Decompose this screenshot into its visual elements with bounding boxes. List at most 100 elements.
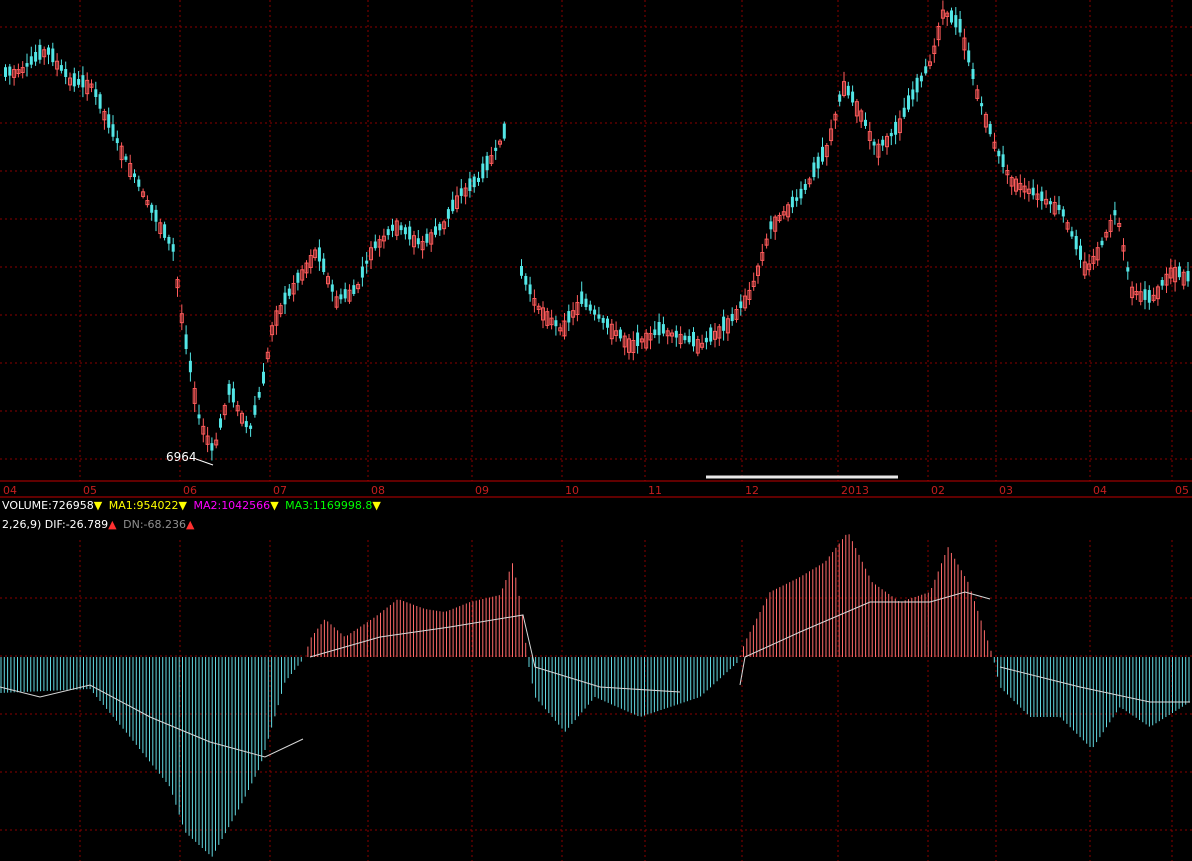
dn-value: -68.236 [143, 518, 187, 531]
candle-body [821, 146, 824, 162]
candle-body [593, 309, 597, 315]
macd-panel [0, 534, 1190, 857]
candle-body [296, 272, 300, 283]
candle-body [653, 329, 657, 336]
candle-body [283, 292, 287, 305]
candle-body [851, 91, 855, 103]
candle-body [51, 48, 55, 63]
candle-body [451, 199, 455, 212]
candle-body [1160, 279, 1164, 286]
candle-body [1143, 289, 1147, 300]
candle-body [330, 284, 334, 292]
candle-body [606, 318, 609, 328]
candle-body [799, 188, 803, 199]
candle-body [446, 209, 450, 219]
candle-body [584, 298, 588, 307]
candle-body [481, 163, 485, 179]
candle-body [1061, 209, 1065, 217]
x-tick-label: 07 [273, 484, 287, 497]
candle-body [373, 241, 377, 249]
candle-body [468, 178, 472, 191]
candle-body [403, 227, 407, 235]
candle-body [365, 260, 369, 264]
x-tick-label: 12 [745, 484, 759, 497]
candle-body [163, 224, 167, 238]
candle-body [872, 141, 876, 146]
candle-body [1177, 266, 1181, 278]
ma1-value: 954022 [136, 499, 179, 512]
candle-body [64, 69, 68, 77]
candle-body [709, 327, 713, 342]
macd-legend: 2,26,9) DIF:-26.789▲ DN:-68.236▲ [2, 518, 195, 531]
time-axis: 04 05 06 07 08 09 10 11 12 2013 02 03 04 05 [3, 484, 1189, 497]
candle-body [352, 285, 356, 295]
volume-arrow: ▼ [93, 499, 103, 512]
candle-body [227, 383, 231, 395]
candle-body [1126, 267, 1130, 272]
x-tick-label: 04 [1093, 484, 1107, 497]
candle-body [210, 443, 214, 451]
candle-body [287, 288, 291, 296]
candle-body [1074, 235, 1078, 250]
candle-body [154, 209, 158, 222]
candle-body [554, 320, 558, 327]
candle-body [580, 291, 584, 304]
candle-body [704, 337, 708, 343]
ma2-value: 1042566 [221, 499, 271, 512]
candle-body [1100, 240, 1104, 246]
candle-body [919, 75, 923, 82]
ma3-value: 1169998.8 [312, 499, 373, 512]
candle-body [567, 311, 571, 323]
candle-body [846, 85, 850, 96]
candle-body [1113, 210, 1117, 216]
candle-body [597, 314, 601, 319]
candle-body [1147, 290, 1151, 303]
candle-body [739, 301, 743, 309]
candle-body [1031, 187, 1035, 196]
candle-body [790, 196, 794, 208]
candle-body [911, 89, 915, 100]
candle-body [72, 73, 76, 87]
ma1-arrow: ▼ [178, 499, 187, 512]
candle-body [902, 107, 906, 117]
ma2-arrow: ▼ [270, 499, 279, 512]
candle-body [997, 150, 1001, 157]
low-price-annotation: 6964 [166, 450, 197, 464]
candle-body [1040, 191, 1044, 202]
candle-body [253, 405, 257, 415]
candle-body [588, 304, 592, 311]
candle-body [137, 179, 141, 187]
candle-body [803, 183, 807, 190]
candle-body [171, 244, 175, 252]
volume-label: VOLUME [2, 499, 49, 512]
candle-body [197, 414, 201, 419]
x-tick-label: 11 [648, 484, 662, 497]
candle-body [601, 317, 605, 323]
macd-signal-line [739, 591, 991, 686]
candle-body [25, 63, 29, 67]
candle-body [47, 47, 50, 55]
x-tick-label: 2013 [841, 484, 869, 497]
macd-signal-line [999, 666, 1190, 703]
candle-body [954, 15, 958, 28]
candle-body [889, 132, 893, 137]
candle-body [262, 371, 265, 384]
candle-body [528, 284, 532, 295]
dif-arrow: ▲ [108, 518, 117, 531]
candle-body [769, 221, 773, 230]
candle-body [657, 322, 661, 336]
candle-body [322, 258, 326, 273]
candle-body [343, 289, 347, 299]
candle-body [1070, 231, 1074, 237]
candle-body [502, 123, 506, 139]
x-tick-label: 02 [931, 484, 945, 497]
candle-body [425, 233, 429, 243]
candle-body [184, 334, 188, 350]
candle-body [485, 155, 489, 171]
candle-body [231, 388, 235, 403]
candle-body [434, 226, 437, 235]
ma3-label: MA3 [285, 499, 310, 512]
candle-body [915, 77, 919, 93]
candle-body [1186, 271, 1190, 282]
candle-body [812, 162, 816, 178]
